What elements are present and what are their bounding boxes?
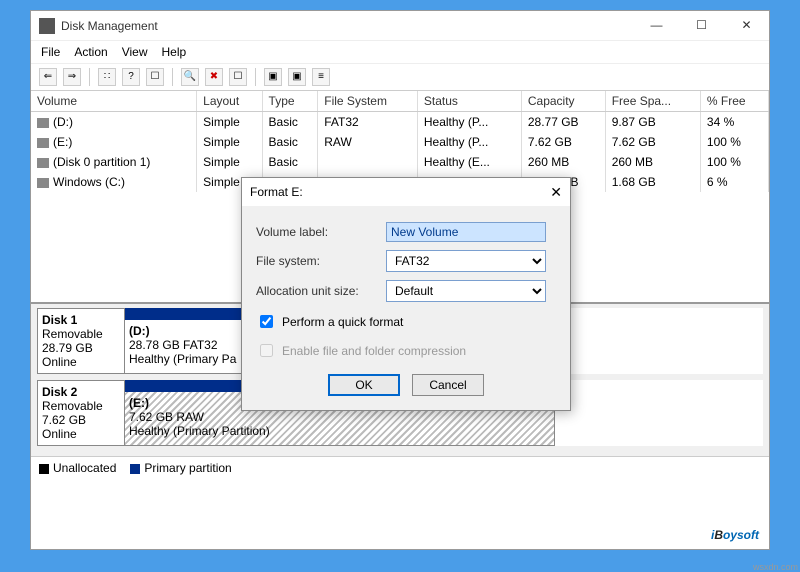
minimize-button[interactable]: — (634, 11, 679, 41)
menu-view[interactable]: View (122, 45, 148, 59)
menu-action[interactable]: Action (74, 45, 107, 59)
drive-icon (37, 158, 49, 168)
credit-text: wsxdn.com (753, 562, 798, 572)
separator (172, 68, 173, 86)
separator (89, 68, 90, 86)
col-capacity[interactable]: Capacity (521, 91, 605, 112)
back-icon[interactable]: ⇐ (39, 68, 57, 86)
toolbar-icon[interactable]: ☐ (229, 68, 247, 86)
swatch-primary (130, 464, 140, 474)
col-pct[interactable]: % Free (700, 91, 768, 112)
toolbar-icon[interactable]: ▣ (264, 68, 282, 86)
disk-management-window: Disk Management — ☐ ✕ File Action View H… (30, 10, 770, 550)
watermark-logo: iBoysoft (711, 519, 759, 545)
col-free[interactable]: Free Spa... (605, 91, 700, 112)
menu-file[interactable]: File (41, 45, 60, 59)
cancel-button[interactable]: Cancel (412, 374, 484, 396)
toolbar-icon[interactable]: ∷ (98, 68, 116, 86)
ok-button[interactable]: OK (328, 374, 400, 396)
titlebar: Disk Management — ☐ ✕ (31, 11, 769, 41)
col-layout[interactable]: Layout (197, 91, 262, 112)
drive-icon (37, 118, 49, 128)
delete-icon[interactable]: ✖ (205, 68, 223, 86)
legend-unallocated: Unallocated (53, 461, 116, 475)
allocation-size-label: Allocation unit size: (256, 284, 386, 298)
separator (255, 68, 256, 86)
format-dialog: Format E: ✕ Volume label: File system: F… (241, 177, 571, 411)
dialog-title: Format E: (250, 185, 550, 199)
compression-checkbox (260, 344, 273, 357)
app-icon (39, 18, 55, 34)
volume-label-label: Volume label: (256, 225, 386, 239)
table-row[interactable]: (Disk 0 partition 1)SimpleBasicHealthy (… (31, 152, 769, 172)
col-status[interactable]: Status (417, 91, 521, 112)
table-row[interactable]: (E:)SimpleBasicRAWHealthy (P...7.62 GB7.… (31, 132, 769, 152)
close-icon[interactable]: ✕ (550, 184, 562, 201)
swatch-unallocated (39, 464, 49, 474)
col-volume[interactable]: Volume (31, 91, 197, 112)
col-fs[interactable]: File System (318, 91, 418, 112)
toolbar-icon[interactable]: ▣ (288, 68, 306, 86)
toolbar-icon[interactable]: ☐ (146, 68, 164, 86)
legend: Unallocated Primary partition (31, 456, 769, 479)
menubar: File Action View Help (31, 41, 769, 64)
col-type[interactable]: Type (262, 91, 318, 112)
close-button[interactable]: ✕ (724, 11, 769, 41)
toolbar-icon[interactable]: 🔍 (181, 68, 199, 86)
refresh-icon[interactable]: ? (122, 68, 140, 86)
file-system-select[interactable]: FAT32 (386, 250, 546, 272)
toolbar: ⇐ ⇒ ∷ ? ☐ 🔍 ✖ ☐ ▣ ▣ ≡ (31, 64, 769, 91)
table-row[interactable]: (D:)SimpleBasicFAT32Healthy (P...28.77 G… (31, 112, 769, 133)
drive-icon (37, 138, 49, 148)
table-header: Volume Layout Type File System Status Ca… (31, 91, 769, 112)
dialog-titlebar: Format E: ✕ (242, 178, 570, 206)
quick-format-label: Perform a quick format (282, 315, 403, 329)
disk-header[interactable]: Disk 2Removable7.62 GBOnline (37, 380, 125, 446)
legend-primary: Primary partition (144, 461, 231, 475)
file-system-label: File system: (256, 254, 386, 268)
allocation-size-select[interactable]: Default (386, 280, 546, 302)
volume-label-input[interactable] (386, 222, 546, 242)
window-title: Disk Management (61, 19, 634, 33)
drive-icon (37, 178, 49, 188)
disk-header[interactable]: Disk 1Removable28.79 GBOnline (37, 308, 125, 374)
forward-icon[interactable]: ⇒ (63, 68, 81, 86)
quick-format-checkbox[interactable] (260, 315, 273, 328)
maximize-button[interactable]: ☐ (679, 11, 724, 41)
menu-help[interactable]: Help (162, 45, 187, 59)
compression-label: Enable file and folder compression (282, 344, 466, 358)
toolbar-icon[interactable]: ≡ (312, 68, 330, 86)
